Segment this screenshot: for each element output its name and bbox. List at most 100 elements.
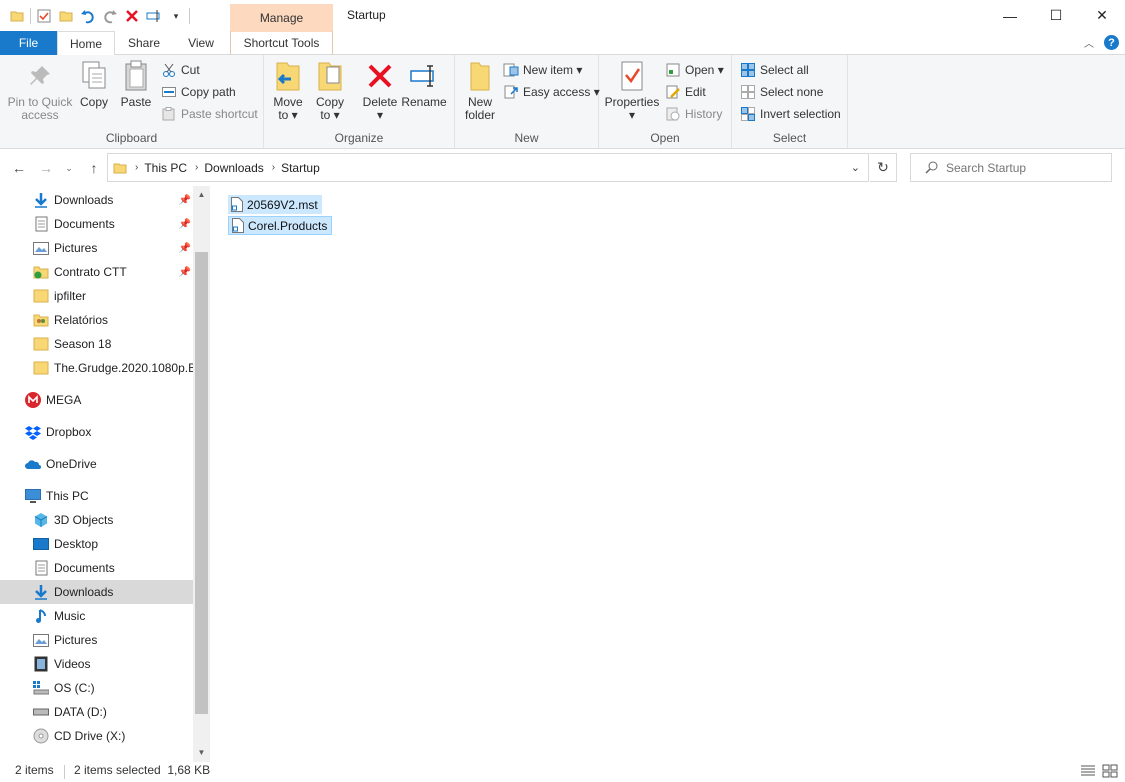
- back-arrow-icon[interactable]: ←: [9, 158, 29, 178]
- nav-item-cd-drive[interactable]: CD Drive (X:): [0, 724, 193, 748]
- history-button[interactable]: History: [665, 104, 722, 124]
- breadcrumb-separator[interactable]: ›: [195, 162, 198, 173]
- new-item-button[interactable]: New item ▾: [503, 60, 582, 80]
- nav-item-downloads[interactable]: Downloads: [0, 580, 193, 604]
- search-box[interactable]: [910, 153, 1112, 182]
- nav-item-os-c[interactable]: OS (C:): [0, 676, 193, 700]
- nav-item-this-pc[interactable]: This PC: [0, 484, 193, 508]
- navigation-pane-scrollbar[interactable]: ▲ ▼: [193, 186, 210, 762]
- pin-label-line2: access: [21, 108, 59, 122]
- recent-locations-chevron-icon[interactable]: ⌄: [59, 158, 79, 178]
- nav-item-videos[interactable]: Videos: [0, 652, 193, 676]
- nav-item-documents-quick[interactable]: Documents: [0, 212, 193, 236]
- nav-item-pictures-quick[interactable]: Pictures: [0, 236, 193, 260]
- minimize-button[interactable]: —: [987, 0, 1033, 31]
- close-button[interactable]: ✕: [1079, 0, 1125, 31]
- copy-to-button[interactable]: Copy to ▾: [314, 59, 346, 122]
- copy-button[interactable]: Copy: [78, 59, 110, 109]
- rename-icon[interactable]: [145, 7, 163, 25]
- properties-label-line2: ▾: [628, 108, 636, 122]
- help-icon[interactable]: ?: [1104, 35, 1119, 50]
- refresh-icon[interactable]: ↻: [870, 153, 897, 182]
- nav-item-documents[interactable]: Documents: [0, 556, 193, 580]
- edit-button[interactable]: Edit: [665, 82, 706, 102]
- pin-icon[interactable]: 📌: [178, 217, 192, 231]
- invert-selection-icon: [740, 106, 756, 122]
- address-dropdown-chevron-icon[interactable]: ⌄: [851, 161, 860, 174]
- nav-item-label: DATA (D:): [54, 705, 107, 719]
- properties-icon[interactable]: [35, 7, 53, 25]
- organize-group: Move to ▾ Copy to ▾ Delete ▾ Rename Orga…: [264, 55, 455, 149]
- quick-access-toolbar: ▾: [8, 6, 190, 26]
- breadcrumb-downloads[interactable]: Downloads: [204, 161, 263, 175]
- paste-label: Paste: [120, 95, 152, 109]
- file-item[interactable]: Corel.Products: [228, 216, 333, 235]
- file-item[interactable]: 20569V2.mst: [228, 195, 322, 214]
- nav-item-ipfilter[interactable]: ipfilter: [0, 284, 193, 308]
- tab-shortcut-tools[interactable]: Shortcut Tools: [230, 31, 333, 55]
- rename-button[interactable]: Rename: [401, 59, 447, 109]
- scroll-up-arrow-icon[interactable]: ▲: [193, 186, 210, 202]
- nav-item-data-d[interactable]: DATA (D:): [0, 700, 193, 724]
- breadcrumb-separator[interactable]: ›: [135, 162, 138, 173]
- paste-shortcut-button[interactable]: Paste shortcut: [161, 104, 258, 124]
- breadcrumb-separator[interactable]: ›: [272, 162, 275, 173]
- nav-item-dropbox[interactable]: Dropbox: [0, 420, 193, 444]
- pin-to-quick-access-button[interactable]: Pin to Quick access: [6, 59, 74, 122]
- maximize-button[interactable]: ☐: [1033, 0, 1079, 31]
- nav-item-3d-objects[interactable]: 3D Objects: [0, 508, 193, 532]
- customize-toolbar-icon[interactable]: ▾: [167, 7, 185, 25]
- move-to-button[interactable]: Move to ▾: [272, 59, 304, 122]
- nav-item-relatorios[interactable]: Relatórios: [0, 308, 193, 332]
- up-arrow-icon[interactable]: ↑: [84, 158, 104, 178]
- select-none-button[interactable]: Select none: [740, 82, 823, 102]
- nav-item-label: The.Grudge.2020.1080p.Blu: [54, 361, 193, 375]
- nav-item-downloads-quick[interactable]: Downloads: [0, 188, 193, 212]
- nav-item-mega[interactable]: MEGA: [0, 388, 193, 412]
- pin-icon[interactable]: 📌: [178, 265, 192, 279]
- nav-item-contrato-ctt[interactable]: Contrato CTT: [0, 260, 193, 284]
- cut-button[interactable]: Cut: [161, 60, 200, 80]
- search-input[interactable]: [946, 160, 1106, 175]
- pin-icon[interactable]: 📌: [178, 241, 192, 255]
- nav-item-desktop[interactable]: Desktop: [0, 532, 193, 556]
- tab-home[interactable]: Home: [57, 31, 115, 56]
- toolbar-separator: [189, 8, 190, 24]
- new-folder-button[interactable]: New folder: [463, 59, 497, 122]
- easy-access-button[interactable]: Easy access ▾: [503, 82, 600, 102]
- details-view-icon[interactable]: [1080, 764, 1096, 781]
- undo-icon[interactable]: [79, 7, 97, 25]
- delete-icon[interactable]: [123, 7, 141, 25]
- tab-share[interactable]: Share: [116, 31, 172, 55]
- scrollbar-thumb[interactable]: [195, 252, 208, 714]
- nav-item-onedrive[interactable]: OneDrive: [0, 452, 193, 476]
- scroll-down-arrow-icon[interactable]: ▼: [193, 744, 210, 760]
- redo-icon[interactable]: [101, 7, 119, 25]
- properties-check-icon: [616, 59, 648, 93]
- select-all-button[interactable]: Select all: [740, 60, 809, 80]
- window-title: Startup: [347, 8, 386, 22]
- large-icons-view-icon[interactable]: [1102, 764, 1118, 781]
- nav-item-music[interactable]: Music: [0, 604, 193, 628]
- cut-label: Cut: [181, 63, 200, 77]
- breadcrumb-this-pc[interactable]: This PC: [144, 161, 187, 175]
- delete-button[interactable]: Delete ▾: [362, 59, 398, 122]
- desktop-icon: [33, 536, 49, 552]
- new-folder-icon[interactable]: [57, 7, 75, 25]
- tab-file[interactable]: File: [0, 31, 57, 55]
- forward-arrow-icon[interactable]: →: [36, 158, 56, 178]
- paste-button[interactable]: Paste: [118, 59, 154, 109]
- nav-item-the-grudge[interactable]: The.Grudge.2020.1080p.Blu: [0, 356, 193, 380]
- properties-button[interactable]: Properties ▾: [605, 59, 659, 122]
- pin-icon[interactable]: 📌: [178, 193, 192, 207]
- copy-path-button[interactable]: Copy path: [161, 82, 236, 102]
- invert-selection-button[interactable]: Invert selection: [740, 104, 841, 124]
- breadcrumb-startup[interactable]: Startup: [281, 161, 320, 175]
- nav-item-pictures[interactable]: Pictures: [0, 628, 193, 652]
- open-button[interactable]: Open ▾: [665, 60, 724, 80]
- tab-view[interactable]: View: [172, 31, 230, 55]
- address-bar[interactable]: › This PC › Downloads › Startup ⌄: [107, 153, 869, 182]
- easy-access-label: Easy access ▾: [523, 85, 600, 99]
- collapse-ribbon-icon[interactable]: ︿: [1084, 35, 1094, 50]
- nav-item-season-18[interactable]: Season 18: [0, 332, 193, 356]
